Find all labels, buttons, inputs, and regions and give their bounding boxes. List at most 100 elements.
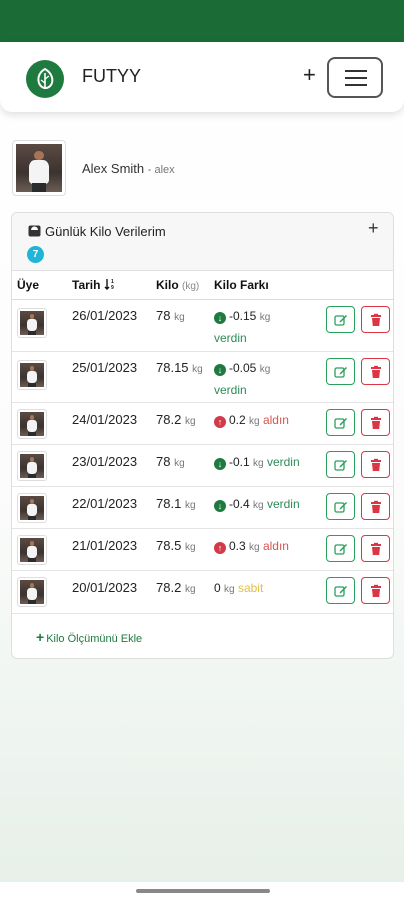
member-photo <box>20 412 44 436</box>
row-weight: 78 kg <box>156 452 204 474</box>
column-member: Üye <box>17 278 40 292</box>
edit-icon <box>334 544 347 555</box>
trash-icon <box>371 313 381 326</box>
member-avatar[interactable] <box>17 535 47 565</box>
member-photo <box>20 363 44 387</box>
row-weight-value: 78.2 <box>156 412 182 427</box>
row-weight-value: 78 <box>156 308 171 323</box>
delete-button[interactable] <box>361 358 390 385</box>
brand-name[interactable]: FUTYY <box>82 66 141 87</box>
column-kilo-unit: (kg) <box>182 281 200 292</box>
edit-icon <box>334 315 347 326</box>
delete-button[interactable] <box>361 577 390 604</box>
member-photo <box>20 496 44 520</box>
row-date: 25/01/2023 <box>72 360 138 375</box>
scale-icon <box>28 225 41 237</box>
member-avatar[interactable] <box>17 451 47 481</box>
trash-icon <box>371 500 381 513</box>
member-avatar[interactable] <box>17 360 47 390</box>
column-date[interactable]: Tarih 1 9 <box>72 278 118 292</box>
arrow-down-circle-icon: ↓ <box>214 312 226 324</box>
row-status: aldın <box>262 413 289 427</box>
user-name: Alex Smith - alex <box>82 161 175 176</box>
row-weight-unit: kg <box>184 584 196 595</box>
status-bar <box>0 0 404 42</box>
row-status: aldın <box>262 539 289 553</box>
edit-button[interactable] <box>326 451 355 478</box>
row-date: 22/01/2023 <box>72 496 138 511</box>
delete-button[interactable] <box>361 409 390 436</box>
edit-button[interactable] <box>326 409 355 436</box>
edit-button[interactable] <box>326 306 355 333</box>
card-header: Günlük Kilo Verilerim + 7 <box>12 213 393 271</box>
member-avatar[interactable] <box>17 308 47 338</box>
row-status: verdin <box>266 455 300 469</box>
plus-icon: + <box>36 629 45 645</box>
avatar[interactable] <box>12 140 66 196</box>
arrow-down-circle-icon: ↓ <box>214 364 226 376</box>
member-avatar[interactable] <box>17 409 47 439</box>
row-weight-unit: kg <box>184 500 196 511</box>
home-indicator[interactable] <box>136 889 270 893</box>
table-row: 26/01/2023 78 kg ↓ -0.15 kg verdin <box>12 300 393 352</box>
edit-button[interactable] <box>326 493 355 520</box>
arrow-down-circle-icon: ↓ <box>214 458 226 470</box>
table-row: 20/01/2023 78.2 kg 0 kg sabit <box>12 571 393 614</box>
edit-button[interactable] <box>326 535 355 562</box>
member-photo <box>20 580 44 604</box>
row-weight-unit: kg <box>192 364 203 375</box>
add-button[interactable]: + <box>303 61 316 89</box>
row-diff-unit: kg <box>259 312 271 323</box>
edit-icon <box>334 502 347 513</box>
row-date: 23/01/2023 <box>72 454 138 469</box>
member-avatar[interactable] <box>17 493 47 523</box>
row-weight-diff: ↓ -0.05 kg verdin <box>214 358 324 400</box>
user-profile: Alex Smith - alex <box>12 140 392 196</box>
row-diff-unit: kg <box>249 542 260 553</box>
arrow-up-circle-icon: ↑ <box>214 542 226 554</box>
column-kilo-label: Kilo <box>156 278 179 292</box>
row-date: 21/01/2023 <box>72 538 138 553</box>
menu-icon <box>345 70 367 72</box>
menu-button[interactable] <box>327 57 383 98</box>
svg-text:9: 9 <box>111 285 114 290</box>
row-diff-value: 0 <box>214 581 221 595</box>
row-diff-unit: kg <box>259 364 271 375</box>
row-weight-value: 78 <box>156 454 171 469</box>
row-diff-value: 0.3 <box>229 539 246 553</box>
row-weight-diff: ↓ -0.4 kg verdin <box>214 494 324 516</box>
row-weight-unit: kg <box>174 458 185 469</box>
row-weight: 78.1 kg <box>156 494 204 516</box>
row-weight-diff: ↑ 0.3 kg aldın <box>214 536 324 558</box>
row-weight-value: 78.1 <box>156 496 182 511</box>
edit-icon <box>334 460 347 471</box>
arrow-up-circle-icon: ↑ <box>214 416 226 428</box>
card-add-button[interactable]: + <box>368 218 379 239</box>
add-measurement-link[interactable]: + Kilo Ölçümünü Ekle <box>36 629 142 645</box>
table-row: 24/01/2023 78.2 kg ↑ 0.2 kg aldın <box>12 403 393 445</box>
row-status: verdin <box>214 331 247 345</box>
delete-button[interactable] <box>361 493 390 520</box>
column-diff: Kilo Farkı <box>214 278 269 292</box>
row-diff-unit: kg <box>249 416 260 427</box>
row-diff-value: -0.15 <box>229 309 257 323</box>
trash-icon <box>371 365 381 378</box>
row-weight-diff: ↓ -0.15 kg verdin <box>214 306 324 348</box>
delete-button[interactable] <box>361 451 390 478</box>
edit-icon <box>334 418 347 429</box>
delete-button[interactable] <box>361 535 390 562</box>
column-date-label: Tarih <box>72 278 101 292</box>
trash-icon <box>371 416 381 429</box>
edit-button[interactable] <box>326 577 355 604</box>
row-diff-unit: kg <box>253 458 264 469</box>
arrow-down-circle-icon: ↓ <box>214 500 226 512</box>
member-avatar[interactable] <box>17 577 47 607</box>
user-handle: - alex <box>147 164 175 176</box>
delete-button[interactable] <box>361 306 390 333</box>
member-photo <box>20 311 44 335</box>
leaf-logo-icon[interactable] <box>26 60 64 98</box>
edit-button[interactable] <box>326 358 355 385</box>
row-weight-value: 78.15 <box>156 360 189 375</box>
row-date: 26/01/2023 <box>72 308 138 323</box>
edit-icon <box>334 367 347 378</box>
